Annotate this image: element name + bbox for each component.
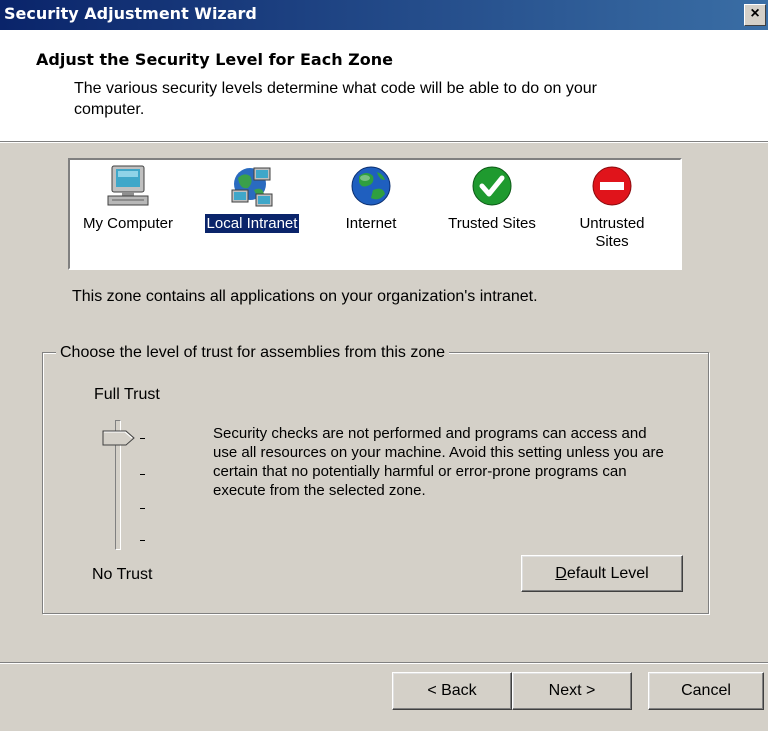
slider-tick <box>140 474 145 475</box>
window-title: Security Adjustment Wizard <box>4 4 257 23</box>
zone-trusted-sites[interactable]: Trusted Sites <box>434 164 550 233</box>
default-level-label: Default Level <box>555 565 649 582</box>
page-description: The various security levels determine wh… <box>74 80 597 118</box>
zone-label: Untrusted Sites <box>579 215 645 250</box>
cancel-label: Cancel <box>681 682 731 699</box>
close-button[interactable]: × <box>744 4 766 26</box>
back-label: < Back <box>427 682 477 699</box>
zone-label: My Computer <box>82 215 174 232</box>
full-trust-label: Full Trust <box>94 386 160 403</box>
cancel-button[interactable]: Cancel <box>648 672 764 710</box>
slider-tick <box>140 508 145 509</box>
next-label: Next > <box>548 682 596 699</box>
zone-description: This zone contains all applications on y… <box>72 288 538 305</box>
close-icon: × <box>750 5 760 22</box>
header-divider <box>0 142 768 143</box>
trust-slider-thumb[interactable] <box>102 430 136 451</box>
slider-tick <box>140 540 145 541</box>
default-level-button[interactable]: Default Level <box>521 555 683 592</box>
no-entry-icon <box>590 164 634 208</box>
zone-label: Internet <box>345 215 397 232</box>
computer-icon <box>106 164 150 208</box>
zone-label: Trusted Sites <box>448 215 536 232</box>
slider-tick <box>140 438 145 439</box>
page-title: Adjust the Security Level for Each Zone <box>36 50 393 69</box>
no-trust-label: No Trust <box>92 566 153 583</box>
footer-divider <box>0 662 768 663</box>
zone-label: Local Intranet <box>203 213 301 234</box>
back-button[interactable]: < Back <box>392 672 512 710</box>
zone-my-computer[interactable]: My Computer <box>78 164 178 233</box>
zone-untrusted-sites[interactable]: Untrusted Sites <box>564 164 660 252</box>
network-icon <box>230 164 274 208</box>
title-bar[interactable]: Security Adjustment Wizard × <box>0 0 768 30</box>
trust-group-label: Choose the level of trust for assemblies… <box>56 344 450 362</box>
trust-level-description: Security checks are not performed and pr… <box>213 425 664 499</box>
wizard-window: Security Adjustment Wizard × Adjust the … <box>0 0 768 731</box>
zone-internet[interactable]: Internet <box>326 164 416 233</box>
globe-icon <box>349 164 393 208</box>
wizard-header: Adjust the Security Level for Each Zone … <box>0 30 768 142</box>
zone-list[interactable]: My Computer Local Intranet Internet Trus… <box>68 158 682 270</box>
next-button[interactable]: Next > <box>512 672 632 710</box>
checkmark-icon <box>470 164 514 208</box>
zone-local-intranet[interactable]: Local Intranet <box>192 164 312 234</box>
